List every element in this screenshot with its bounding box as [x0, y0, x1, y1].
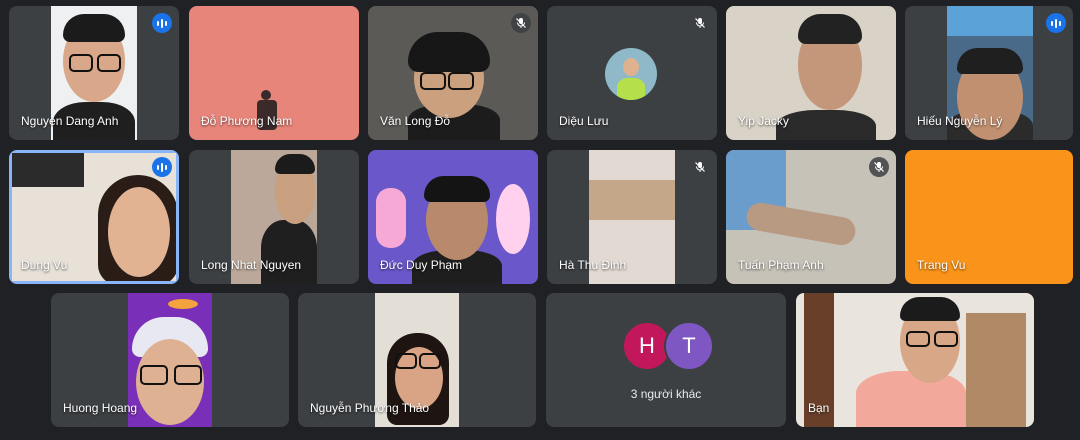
participant-name: Đức Duy Phạm [380, 258, 463, 272]
participant-name: Văn Long Đỗ [380, 114, 451, 128]
avatar [605, 48, 657, 100]
participant-tile-van-long-do[interactable]: Văn Long Đỗ [368, 6, 538, 140]
participant-name: Nguyễn Phương Thảo [310, 401, 430, 415]
participant-name: Huong Hoang [63, 401, 138, 415]
video-feed [128, 293, 212, 427]
participant-tile-nguyen-phuong-thao[interactable]: Nguyễn Phương Thảo [298, 293, 536, 427]
participant-tile-dieu-luu[interactable]: Diệu Lưu [547, 6, 717, 140]
participant-tile-hieu-nguyen-ly[interactable]: Hiếu Nguyễn Lý [905, 6, 1073, 140]
speaking-indicator-icon [152, 157, 172, 177]
video-feed [796, 293, 1034, 427]
participant-name: Nguyen Dang Anh [21, 114, 119, 128]
participant-tile-ha-thu-dinh[interactable]: Hà Thu Đinh [547, 150, 717, 284]
participant-tile-tuan-pham-anh[interactable]: Tuấn Phạm Anh [726, 150, 896, 284]
participant-tile-trang-vu[interactable]: Trang Vu [905, 150, 1073, 284]
mic-off-icon [690, 157, 710, 177]
speaking-indicator-icon [152, 13, 172, 33]
participant-name: Dung Vu [21, 258, 68, 272]
participant-tile-long-nhat-nguyen[interactable]: Long Nhat Nguyen [189, 150, 359, 284]
others-tile[interactable]: H T 3 người khác [546, 293, 786, 427]
others-count-label: 3 người khác [630, 387, 702, 401]
participant-tile-duc-duy-pham[interactable]: Đức Duy Phạm [368, 150, 538, 284]
participant-tile-self[interactable]: Bạn [796, 293, 1034, 427]
participant-name: Trang Vu [917, 258, 966, 272]
mic-off-icon [511, 13, 531, 33]
participant-name: Hiếu Nguyễn Lý [917, 114, 1003, 128]
participant-tile-yip-jacky[interactable]: Yip Jacky [726, 6, 896, 140]
participant-tile-huong-hoang[interactable]: Huong Hoang [51, 293, 289, 427]
participant-name: Tuấn Phạm Anh [738, 258, 824, 272]
mic-off-icon [690, 13, 710, 33]
participant-name: Diệu Lưu [559, 114, 609, 128]
speaking-indicator-icon [1046, 13, 1066, 33]
participant-name: Yip Jacky [738, 114, 789, 128]
participant-tile-dung-vu[interactable]: Dung Vu [9, 150, 179, 284]
participant-name: Long Nhat Nguyen [201, 258, 302, 272]
participant-name: Hà Thu Đinh [559, 258, 627, 272]
participant-tile-do-phuong-nam[interactable]: Đỗ Phương Nam [189, 6, 359, 140]
participant-name: Bạn [808, 401, 830, 415]
participant-name: Đỗ Phương Nam [201, 114, 293, 128]
mic-off-icon [869, 157, 889, 177]
avatar-initial-t: T [664, 321, 714, 371]
participant-tile-nguyen-dang-anh[interactable]: Nguyen Dang Anh [9, 6, 179, 140]
